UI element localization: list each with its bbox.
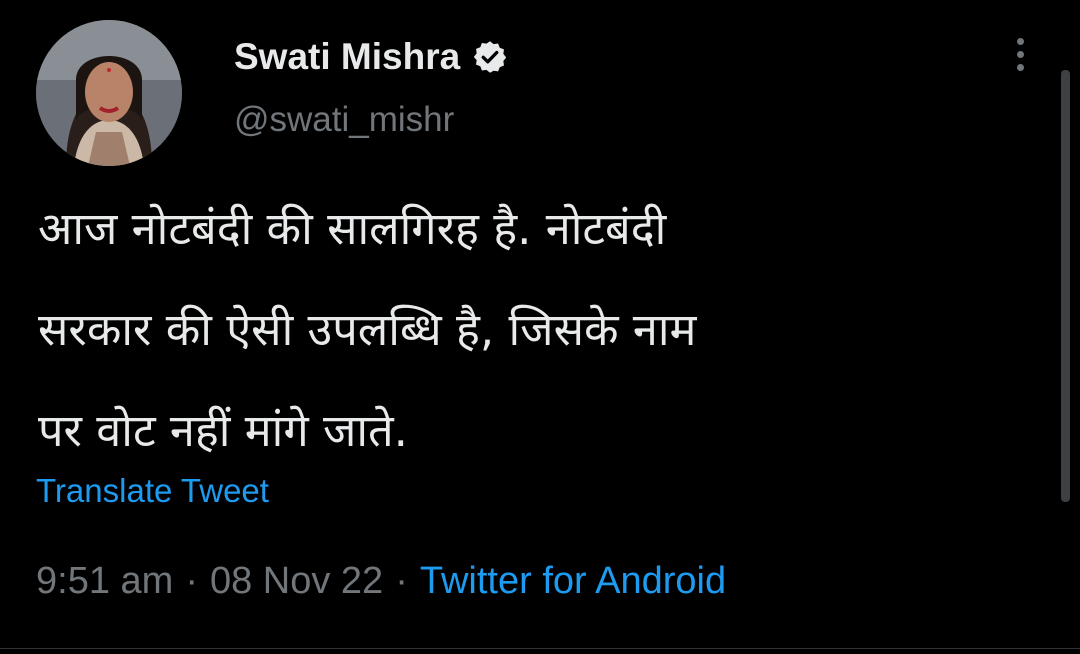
separator: ·: [395, 560, 408, 602]
tweet-metadata: 9:51 am · 08 Nov 22 · Twitter for Androi…: [36, 560, 726, 603]
tweet-time[interactable]: 9:51 am: [36, 560, 173, 603]
avatar-image: [36, 20, 182, 166]
avatar[interactable]: [36, 20, 182, 166]
dot-icon: [1016, 37, 1024, 45]
dot-icon: [1016, 63, 1024, 71]
scrollbar[interactable]: [1061, 70, 1070, 502]
translate-tweet-link[interactable]: Translate Tweet: [36, 472, 269, 510]
divider: [0, 648, 1080, 649]
tweet-detail: Swati Mishra @swati_mishr आज नोटबंदी की …: [0, 0, 1080, 654]
tweet-text-line: पर वोट नहीं मांगे जाते.: [38, 404, 408, 457]
author-name-row[interactable]: Swati Mishra: [234, 36, 508, 78]
dot-icon: [1016, 50, 1024, 58]
tweet-date[interactable]: 08 Nov 22: [210, 560, 383, 603]
author-display-name[interactable]: Swati Mishra: [234, 36, 460, 78]
more-options-button[interactable]: [1004, 30, 1036, 78]
separator: ·: [185, 560, 198, 602]
tweet-text-line: आज नोटबंदी की सालगिरह है. नोटबंदी: [38, 202, 667, 255]
author-handle[interactable]: @swati_mishr: [234, 100, 454, 140]
verified-badge-icon: [472, 39, 508, 75]
tweet-text-line: सरकार की ऐसी उपलब्धि है, जिसके नाम: [38, 303, 697, 356]
tweet-text: आज नोटबंदी की सालगिरह है. नोटबंदी सरकार …: [38, 178, 1028, 481]
tweet-source-link[interactable]: Twitter for Android: [420, 560, 726, 603]
